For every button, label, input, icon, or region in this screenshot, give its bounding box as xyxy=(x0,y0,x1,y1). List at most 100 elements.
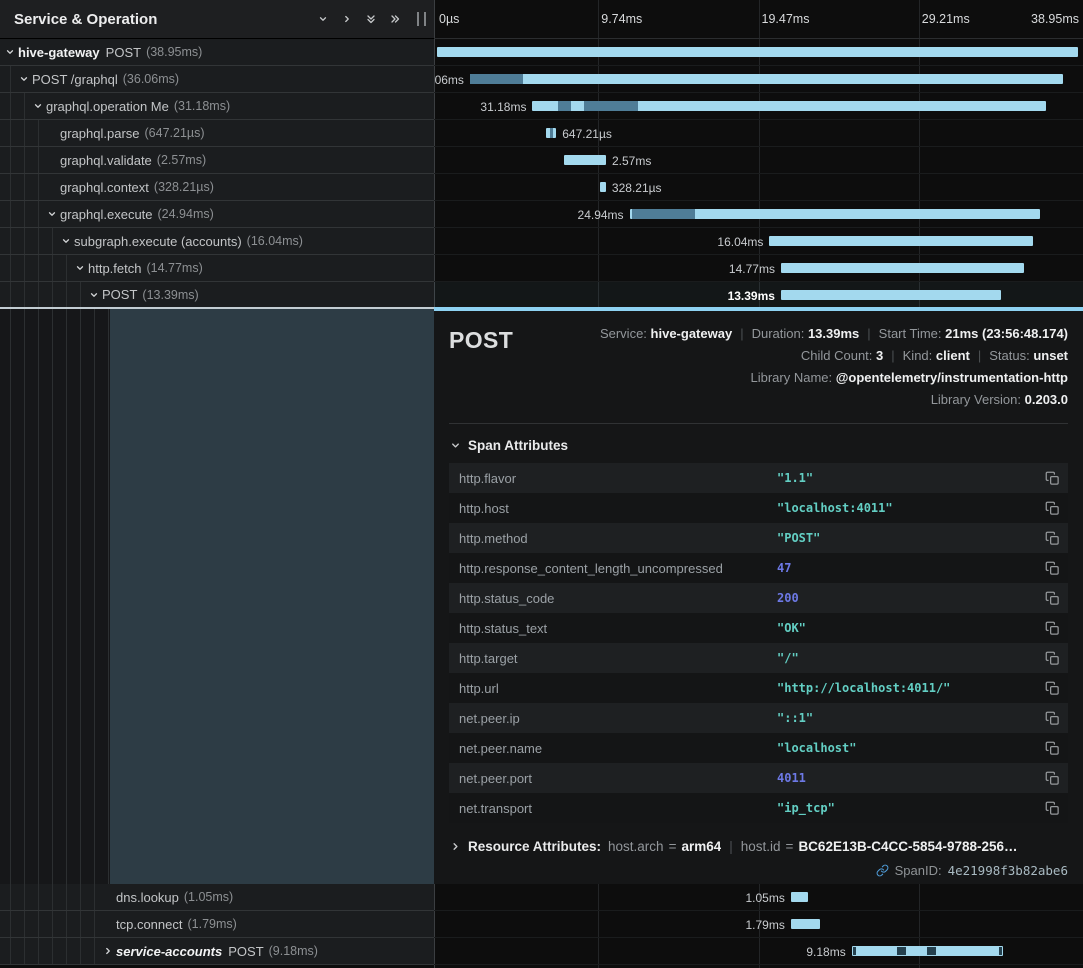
copy-icon[interactable] xyxy=(1036,621,1068,636)
chevron-right-icon[interactable] xyxy=(335,7,359,31)
span-timeline-cell[interactable]: 24.94ms xyxy=(434,201,1083,228)
copy-icon[interactable] xyxy=(1036,681,1068,696)
copy-icon[interactable] xyxy=(1036,501,1068,516)
span-bar[interactable] xyxy=(546,128,557,138)
span-tree-cell[interactable]: hive-gatewayPOST(38.95ms) xyxy=(0,39,434,66)
span-duration-label: 2.57ms xyxy=(612,154,651,168)
span-row[interactable]: graphql.context(328.21µs)328.21µs xyxy=(0,174,1083,201)
attribute-value: "1.1" xyxy=(777,471,1036,485)
span-bar-segment xyxy=(856,947,898,955)
span-duration-label: 1.05ms xyxy=(745,891,784,905)
double-chevron-right-icon[interactable] xyxy=(383,7,407,31)
span-timeline-cell[interactable]: 9.18ms xyxy=(434,938,1083,965)
span-tree-cell[interactable]: http.fetch(14.77ms) xyxy=(0,255,434,282)
span-bar-segment xyxy=(936,947,999,955)
span-row[interactable]: dns.lookup(1.05ms) 1.05ms xyxy=(0,884,1083,911)
span-tree-cell[interactable]: POST(13.39ms) xyxy=(0,282,434,309)
span-row[interactable]: subgraph.execute (accounts)(16.04ms)16.0… xyxy=(0,228,1083,255)
span-tree-cell[interactable]: graphql.context(328.21µs) xyxy=(0,174,434,201)
span-timeline-cell[interactable]: 328.21µs xyxy=(434,174,1083,201)
span-bar[interactable] xyxy=(781,290,1001,300)
span-bar[interactable] xyxy=(564,155,606,165)
span-attributes-toggle[interactable]: Span Attributes xyxy=(449,438,1068,453)
chevron-right-icon[interactable] xyxy=(100,946,116,956)
span-bar[interactable] xyxy=(852,946,1003,956)
span-bar[interactable] xyxy=(791,892,808,902)
header-row: Service & Operation 0µs9.74ms19.47ms29.2… xyxy=(0,0,1083,39)
copy-icon[interactable] xyxy=(1036,591,1068,606)
copy-icon[interactable] xyxy=(1036,771,1068,786)
span-timeline-cell[interactable] xyxy=(434,39,1083,66)
span-row[interactable]: POST /graphql(36.06ms)36.06ms xyxy=(0,66,1083,93)
span-operation-name: graphql.validate xyxy=(60,153,152,168)
span-row[interactable]: graphql.operation Me(31.18ms)31.18ms xyxy=(0,93,1083,120)
span-row-content: POST(13.39ms) xyxy=(0,282,434,307)
span-bar[interactable] xyxy=(437,47,1078,57)
copy-icon[interactable] xyxy=(1036,741,1068,756)
indent-guide xyxy=(24,309,25,884)
span-tree-cell[interactable]: dns.lookup(1.05ms) xyxy=(0,884,434,911)
span-timeline-cell[interactable]: 31.18ms xyxy=(434,93,1083,120)
span-tree-cell[interactable]: graphql.execute(24.94ms) xyxy=(0,201,434,228)
span-timeline-cell[interactable]: 647.21µs xyxy=(434,120,1083,147)
span-bar[interactable] xyxy=(470,74,1063,84)
span-row[interactable]: http.fetch(14.77ms)14.77ms xyxy=(0,255,1083,282)
span-bar[interactable] xyxy=(769,236,1033,246)
chevron-down-icon[interactable] xyxy=(58,236,74,246)
copy-icon[interactable] xyxy=(1036,561,1068,576)
span-timeline-cell[interactable]: 14.77ms xyxy=(434,255,1083,282)
attribute-key: net.peer.port xyxy=(449,771,777,786)
span-tree-cell[interactable]: graphql.operation Me(31.18ms) xyxy=(0,93,434,120)
span-bar[interactable] xyxy=(600,182,606,192)
link-icon[interactable] xyxy=(876,864,889,877)
span-timeline-cell[interactable]: 16.04ms xyxy=(434,228,1083,255)
span-tree-cell[interactable]: graphql.validate(2.57ms) xyxy=(0,147,434,174)
copy-icon[interactable] xyxy=(1036,531,1068,546)
span-timeline-cell[interactable]: 36.06ms xyxy=(434,66,1083,93)
span-attributes-table: http.flavor"1.1"http.host"localhost:4011… xyxy=(449,463,1068,823)
chevron-down-icon[interactable] xyxy=(44,209,60,219)
chevron-down-icon[interactable] xyxy=(30,101,46,111)
panel-resize-handle[interactable] xyxy=(417,12,426,26)
attribute-key: http.flavor xyxy=(449,471,777,486)
span-row[interactable]: service-accountsPOST(9.18ms)9.18ms xyxy=(0,938,1083,965)
span-tree-cell[interactable]: service-accountsPOST(9.18ms) xyxy=(0,938,434,965)
span-row[interactable]: tcp.connect(1.79ms)1.79ms xyxy=(0,911,1083,938)
copy-icon[interactable] xyxy=(1036,471,1068,486)
meta-label: Child Count: xyxy=(801,348,876,363)
meta-value: @opentelemetry/instrumentation-http xyxy=(836,370,1068,385)
span-row[interactable]: graphql.validate(2.57ms) 2.57ms xyxy=(0,147,1083,174)
separator: | xyxy=(978,348,981,363)
span-bar[interactable] xyxy=(791,919,820,929)
resource-attributes-toggle[interactable]: Resource Attributes: host.arch=arm64|hos… xyxy=(449,839,1068,854)
span-bar[interactable] xyxy=(781,263,1024,273)
span-row[interactable]: hive-gatewayPOST(38.95ms) xyxy=(0,39,1083,66)
span-timeline-cell[interactable]: 1.79ms xyxy=(434,911,1083,938)
span-timeline-cell[interactable]: 13.39ms xyxy=(434,282,1083,309)
span-bar[interactable] xyxy=(630,209,1040,219)
span-tree-cell[interactable]: tcp.connect(1.79ms) xyxy=(0,911,434,938)
chevron-down-icon[interactable] xyxy=(2,47,18,57)
span-timeline-cell[interactable]: 2.57ms xyxy=(434,147,1083,174)
chevron-down-icon[interactable] xyxy=(311,7,335,31)
span-tree-cell[interactable]: POST /graphql(36.06ms) xyxy=(0,66,434,93)
copy-icon[interactable] xyxy=(1036,711,1068,726)
double-chevron-down-icon[interactable] xyxy=(359,7,383,31)
span-row[interactable]: POST(13.39ms)13.39ms xyxy=(0,282,1083,309)
chevron-down-icon[interactable] xyxy=(86,290,102,300)
span-bar[interactable] xyxy=(532,101,1045,111)
indent-guide xyxy=(108,309,109,884)
span-timeline-cell[interactable]: 1.05ms xyxy=(434,884,1083,911)
span-meta-line: Library Version: 0.203.0 xyxy=(600,389,1068,411)
copy-icon[interactable] xyxy=(1036,801,1068,816)
copy-icon[interactable] xyxy=(1036,651,1068,666)
chevron-down-icon[interactable] xyxy=(16,74,32,84)
separator: | xyxy=(891,348,894,363)
span-service-name: hive-gateway xyxy=(18,45,100,60)
span-tree-cell[interactable]: graphql.parse(647.21µs) xyxy=(0,120,434,147)
span-service-name: service-accounts xyxy=(116,944,222,959)
chevron-down-icon[interactable] xyxy=(72,263,88,273)
span-tree-cell[interactable]: subgraph.execute (accounts)(16.04ms) xyxy=(0,228,434,255)
span-row[interactable]: graphql.execute(24.94ms)24.94ms xyxy=(0,201,1083,228)
span-row[interactable]: graphql.parse(647.21µs)647.21µs xyxy=(0,120,1083,147)
